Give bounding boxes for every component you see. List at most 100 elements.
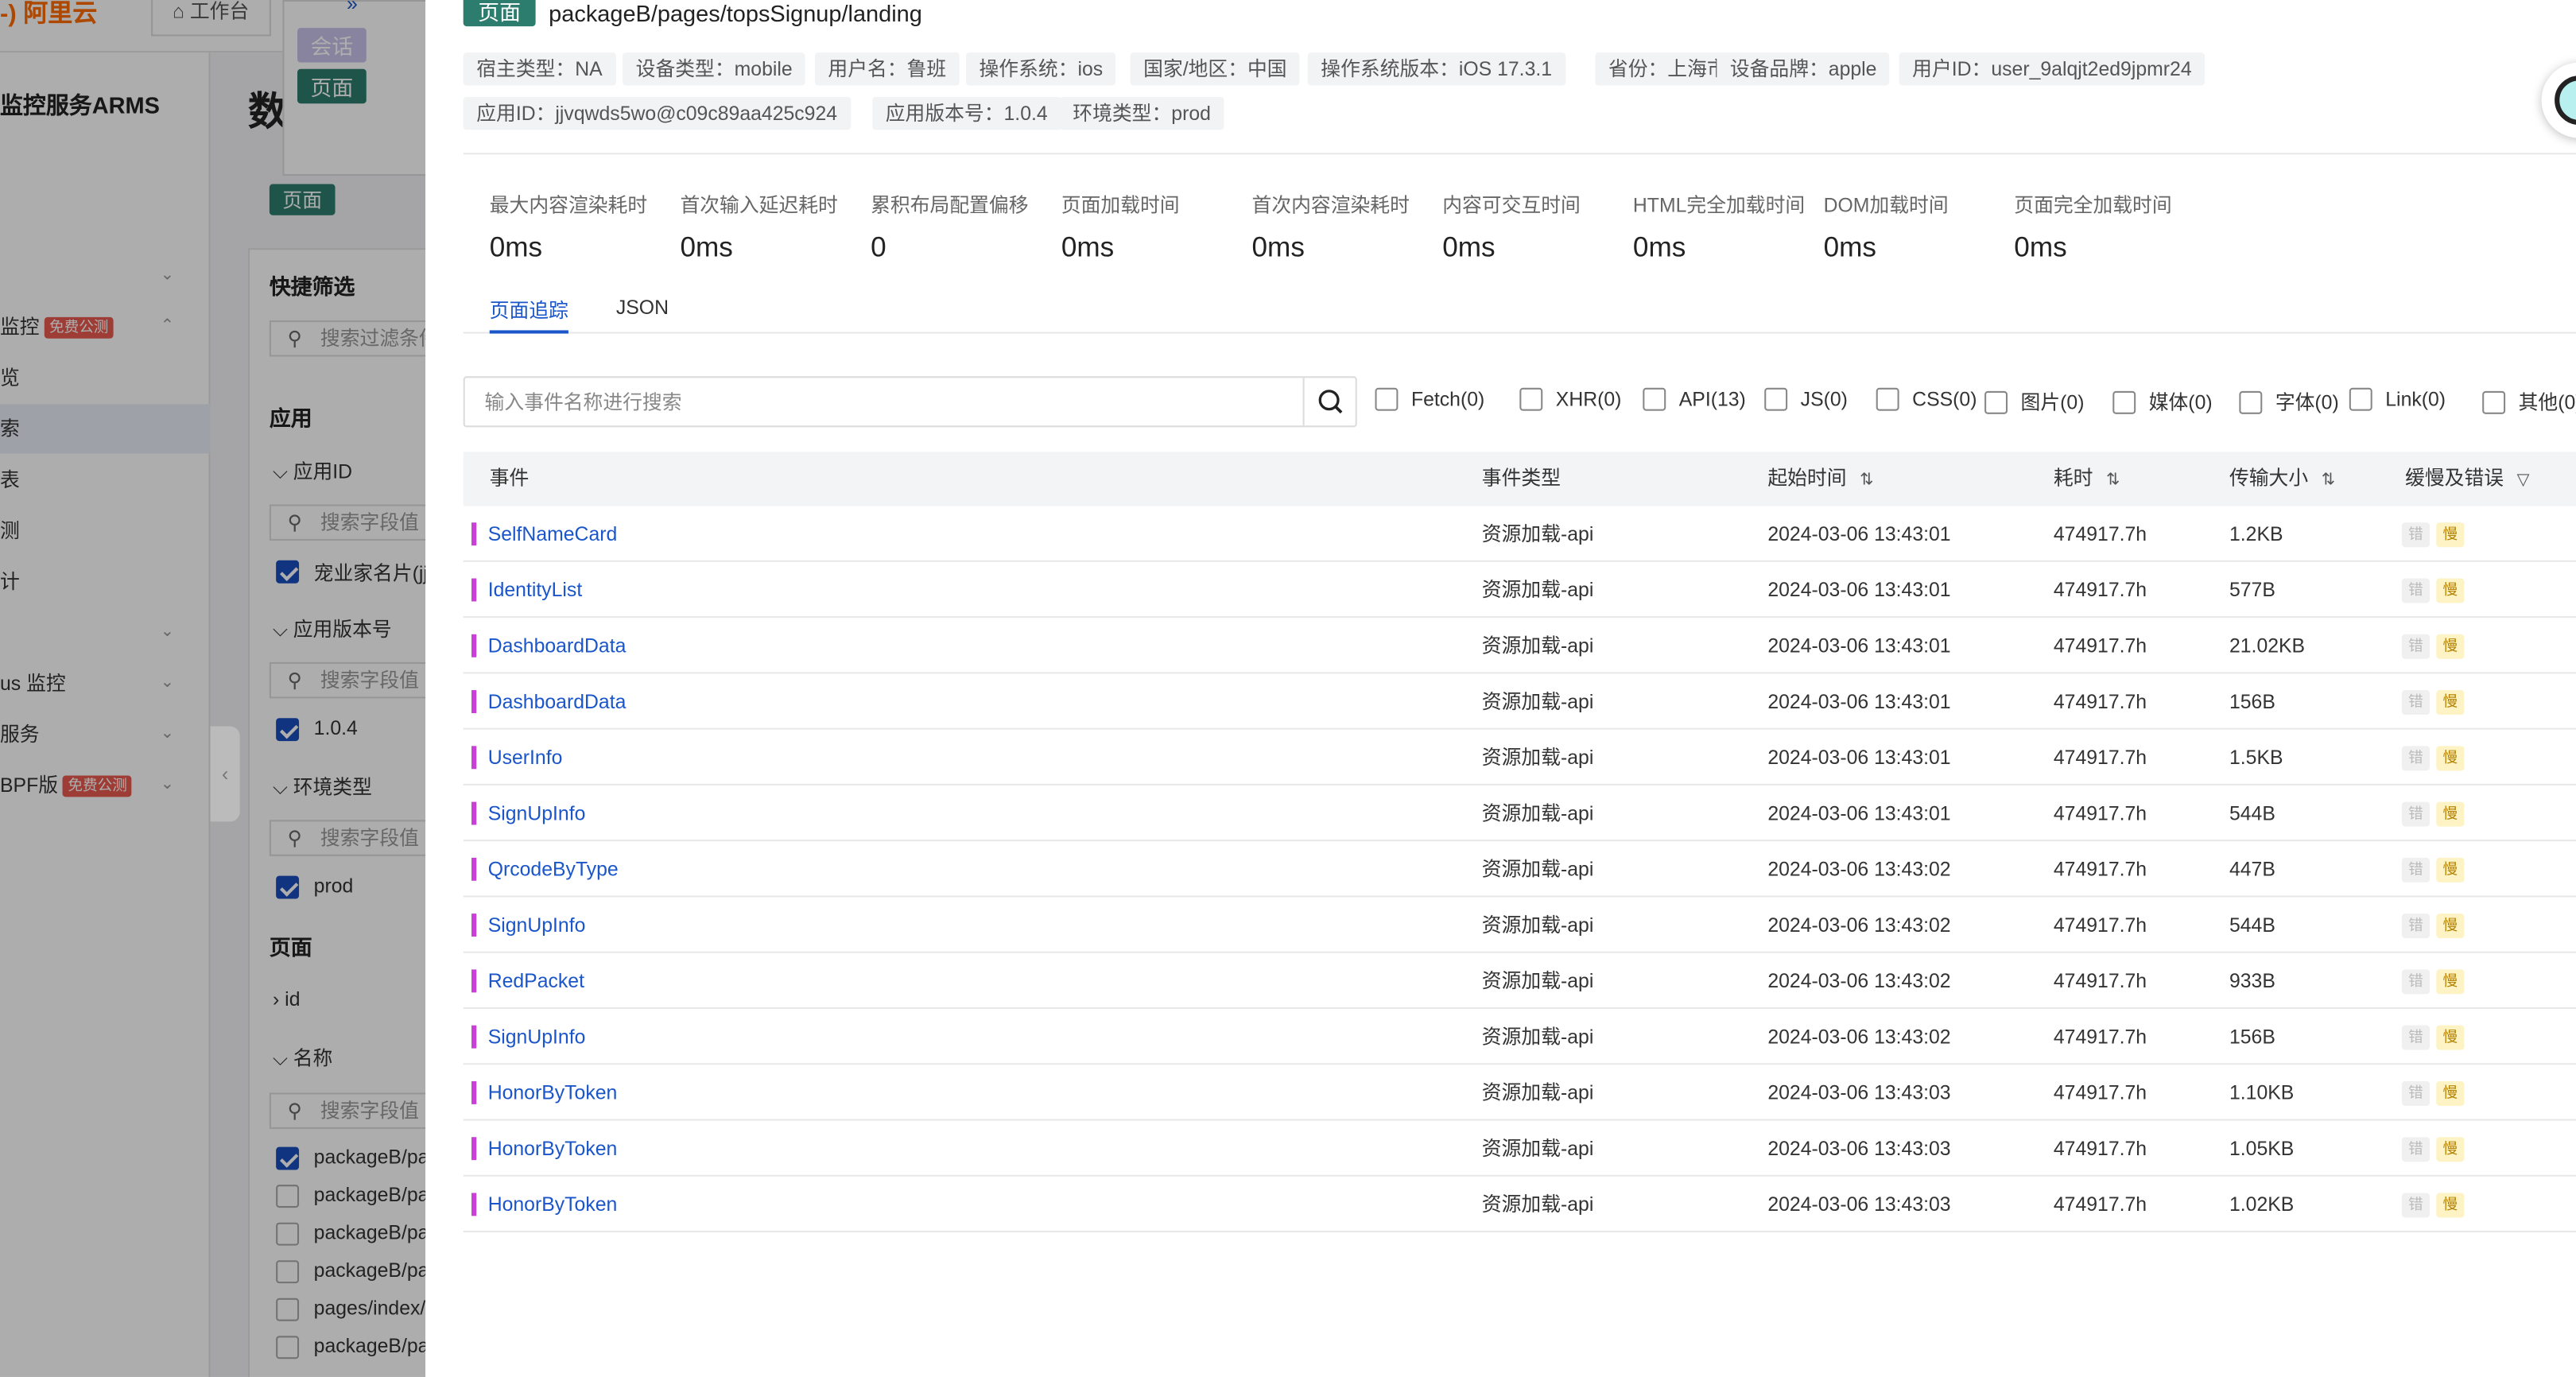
error-badge: 错 [2401,1080,2431,1106]
drawer-header: 页面 packageB/pages/topsSignup/landing [463,0,922,27]
status-badges: 错慢 [2401,578,2471,603]
table-row[interactable]: SelfNameCard 资源加载-api 2024-03-06 13:43:01 4… [463,506,2576,562]
sort-icon[interactable]: ⇅ [2106,453,2120,507]
event-start-time: 2024-03-06 13:43:01 [1767,634,1951,657]
tab-json[interactable]: JSON [616,296,669,334]
table-row[interactable]: RedPacket 资源加载-api 2024-03-06 13:43:02 4749… [463,953,2576,1010]
modal-overlay[interactable] [0,0,426,1377]
filter-checkbox[interactable]: 字体(0) [2239,388,2339,416]
col-duration-label: 耗时 [2053,466,2093,490]
col-event: 事件 [489,466,530,490]
tab-page-trace[interactable]: 页面追踪 [489,296,568,334]
metric-value: 0ms [1632,231,1686,263]
event-name-link[interactable]: HonorByToken [488,1177,618,1232]
event-type: 资源加载-api [1481,1137,1594,1161]
event-start-time: 2024-03-06 13:43:01 [1767,578,1951,602]
checkbox-box[interactable] [2239,390,2263,413]
assistant-float-button[interactable] [2541,62,2576,138]
slow-badge: 慢 [2436,690,2465,716]
table-row[interactable]: SignUpInfo 资源加载-api 2024-03-06 13:43:02 474… [463,1009,2576,1065]
table-row[interactable]: HonorByToken 资源加载-api 2024-03-06 13:43:03 4… [463,1065,2576,1121]
checkbox-box[interactable] [1375,387,1399,411]
attribute-chip: 操作系统版本：iOS 17.3.1 [1307,52,1565,86]
col-start[interactable]: 起始时间 ⇅ [1767,452,1873,506]
filter-checkbox[interactable]: CSS(0) [1876,387,1977,411]
table-row[interactable]: UserInfo 资源加载-api 2024-03-06 13:43:01 47491… [463,730,2576,785]
checkbox-box[interactable] [1519,387,1543,411]
table-row[interactable]: HonorByToken 资源加载-api 2024-03-06 13:43:03 4… [463,1121,2576,1177]
table-row[interactable]: SignUpInfo 资源加载-api 2024-03-06 13:43:02 474… [463,897,2576,953]
col-size[interactable]: 传输大小 ⇅ [2229,452,2335,506]
event-size: 544B [2229,913,2275,937]
filter-label: API(13) [1678,387,1746,411]
checkbox-box[interactable] [2112,390,2136,413]
filter-label: JS(0) [1800,387,1848,411]
event-duration: 474917.7h [2053,913,2147,937]
metric-label: 页面加载时间 [1061,193,1180,217]
table-row[interactable]: HonorByToken 资源加载-api 2024-03-06 13:43:03 4… [463,1177,2576,1233]
event-start-time: 2024-03-06 13:43:01 [1767,801,1951,825]
attribute-chip: 应用ID：jjvqwds5wo@c09c89aa425c924 [463,96,851,130]
event-name-link[interactable]: SignUpInfo [488,1009,586,1065]
event-size: 447B [2229,857,2275,881]
checkbox-box[interactable] [2349,387,2372,411]
event-size: 1.2KB [2229,522,2283,546]
filter-checkbox[interactable]: Link(0) [2349,387,2446,411]
col-size-label: 传输大小 [2229,466,2309,490]
col-slow[interactable]: 缓慢及错误 ▽ [2405,452,2529,506]
sort-icon[interactable]: ⇅ [1860,453,1873,507]
filter-checkbox[interactable]: Fetch(0) [1375,387,1484,411]
drawer-title: packageB/pages/topsSignup/landing [549,0,922,27]
checkbox-box[interactable] [1984,390,2008,413]
checkbox-box[interactable] [2482,390,2506,413]
detail-drawer: 页面 packageB/pages/topsSignup/landing 宿主类… [425,0,2576,1377]
attribute-chip: 应用版本号：1.0.4 [872,96,1061,130]
event-size: 156B [2229,1025,2275,1049]
metric-value: 0ms [1823,231,1876,263]
filter-checkbox[interactable]: 媒体(0) [2112,388,2213,416]
sort-icon[interactable]: ⇅ [2322,453,2335,507]
collapse-handle[interactable]: ‹ [210,726,240,822]
table-row[interactable]: DashboardData 资源加载-api 2024-03-06 13:43:01… [463,618,2576,674]
event-name-link[interactable]: HonorByToken [488,1065,618,1120]
event-name-link[interactable]: HonorByToken [488,1121,618,1177]
event-name-link[interactable]: RedPacket [488,953,584,1009]
checkbox-box[interactable] [1643,387,1666,411]
filter-label: 其他(0) [2518,390,2576,414]
filter-checkbox[interactable]: 其他(0) [2482,388,2576,416]
event-start-time: 2024-03-06 13:43:02 [1767,969,1951,993]
table-row[interactable]: QrcodeByType 资源加载-api 2024-03-06 13:43:02 4… [463,841,2576,898]
event-search-input[interactable] [464,378,1303,426]
table-row[interactable]: DashboardData 资源加载-api 2024-03-06 13:43:01… [463,673,2576,730]
table-row[interactable]: IdentityList 资源加载-api 2024-03-06 13:43:01 4… [463,562,2576,619]
drawer-tabs: 页面追踪 JSON [463,282,2576,334]
event-name-link[interactable]: UserInfo [488,730,563,785]
filter-checkbox[interactable]: XHR(0) [1519,387,1621,411]
event-name-link[interactable]: IdentityList [488,562,583,618]
checkbox-box[interactable] [1876,387,1899,411]
filter-checkbox[interactable]: JS(0) [1764,387,1848,411]
filter-checkbox[interactable]: 图片(0) [1984,388,2084,416]
event-name-link[interactable]: DashboardData [488,673,627,729]
filter-icon[interactable]: ▽ [2517,453,2530,507]
event-name-link[interactable]: SignUpInfo [488,785,586,841]
filter-checkbox[interactable]: API(13) [1643,387,1746,411]
event-duration: 474917.7h [2053,1137,2147,1161]
event-name-link[interactable]: DashboardData [488,618,627,673]
event-color-bar [471,634,477,657]
event-duration: 474917.7h [2053,634,2147,657]
event-type: 资源加载-api [1481,801,1594,825]
event-name-link[interactable]: SignUpInfo [488,897,586,952]
divider [463,153,2576,155]
metric-card: 累积布局配置偏移 0 [871,191,1061,265]
event-color-bar [471,913,477,937]
event-name-link[interactable]: SelfNameCard [488,506,618,562]
table-row[interactable]: SignUpInfo 资源加载-api 2024-03-06 13:43:01 474… [463,785,2576,842]
event-name-link[interactable]: QrcodeByType [488,841,619,897]
search-button[interactable] [1302,378,1356,426]
checkbox-box[interactable] [1764,387,1788,411]
col-duration[interactable]: 耗时 ⇅ [2054,452,2120,506]
event-size: 21.02KB [2229,634,2306,657]
slow-badge: 慢 [2436,1025,2465,1050]
status-badges: 错慢 [2401,1193,2471,1218]
